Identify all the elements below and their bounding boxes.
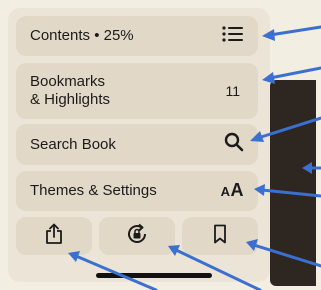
list-icon — [222, 25, 244, 47]
bookmark-icon — [213, 224, 227, 249]
search-label: Search Book — [30, 135, 116, 153]
share-button[interactable] — [16, 217, 92, 255]
bookmarks-label-line2: & Highlights — [30, 91, 111, 108]
themes-settings-button[interactable]: Themes & Settings AA — [16, 171, 258, 211]
rotation-lock-button[interactable] — [99, 217, 175, 255]
share-icon — [45, 223, 63, 250]
magnifier-icon — [224, 132, 244, 157]
contents-button[interactable]: Contents • 25% — [16, 16, 258, 56]
book-page-dark — [270, 80, 316, 286]
bookmarks-count: 11 — [225, 83, 240, 99]
rotation-lock-icon — [125, 222, 149, 251]
add-bookmark-button[interactable] — [182, 217, 258, 255]
home-indicator — [96, 273, 212, 278]
bookmarks-label-line1: Bookmarks — [30, 73, 106, 90]
bookmarks-label: Bookmarks & Highlights — [30, 73, 110, 109]
contents-label: Contents • 25% — [30, 27, 134, 44]
bookmarks-highlights-button[interactable]: Bookmarks & Highlights 11 — [16, 63, 258, 119]
search-book-button[interactable]: Search Book — [16, 124, 258, 165]
themes-label: Themes & Settings — [30, 182, 157, 199]
text-size-icon: AA — [220, 180, 244, 200]
